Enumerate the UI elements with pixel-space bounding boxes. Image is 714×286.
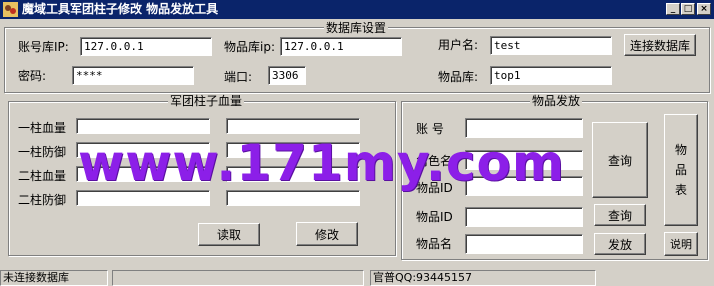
item-ip-label: 物品库ip: [224, 40, 275, 54]
item-name-label: 物品名 [416, 237, 453, 251]
pillar1-hp-input-2[interactable] [226, 118, 360, 134]
port-input[interactable] [268, 66, 306, 85]
item-name-input[interactable] [465, 234, 583, 254]
account-ip-label: 账号库IP: [18, 40, 69, 54]
item-db-label: 物品库: [438, 70, 479, 84]
item-ip-input[interactable] [280, 37, 402, 56]
account-ip-input[interactable] [80, 37, 212, 56]
item-id-label: 物品ID [416, 210, 453, 224]
status-contact: 官普QQ:93445157 [370, 270, 596, 286]
item-distribution-title: 物品发放 [530, 94, 583, 108]
minimize-button[interactable]: _ [666, 3, 680, 15]
read-button[interactable]: 读取 [198, 223, 260, 246]
pillar2-def-input-1[interactable] [76, 190, 210, 206]
password-input[interactable] [72, 66, 194, 85]
help-button[interactable]: 说明 [664, 232, 698, 256]
close-button[interactable]: × [697, 3, 711, 15]
window-title: 魔域工具军团柱子修改 物品发放工具 [22, 2, 219, 16]
row-label: 一柱防御 [18, 145, 67, 159]
db-settings-title: 数据库设置 [324, 21, 389, 35]
item-id-input[interactable] [465, 207, 583, 227]
status-connection: 未连接数据库 [0, 270, 108, 286]
row-label: 二柱防御 [18, 193, 67, 207]
legion-pillar-title: 军团柱子血量 [168, 94, 245, 108]
row-label: 一柱血量 [18, 121, 67, 135]
app-icon [3, 2, 18, 17]
website-watermark: www.171my.com [78, 134, 565, 192]
item-db-input[interactable] [490, 66, 612, 85]
username-input[interactable] [490, 36, 612, 55]
username-label: 用户名: [438, 38, 479, 52]
status-middle [112, 270, 364, 286]
connect-db-button[interactable]: 连接数据库 [624, 34, 696, 56]
port-label: 端口: [224, 70, 253, 84]
title-bar[interactable]: 魔域工具军团柱子修改 物品发放工具 _ □ × [0, 0, 714, 19]
pillar1-hp-input-1[interactable] [76, 118, 210, 134]
query-item-button[interactable]: 查询 [594, 204, 646, 226]
row-label: 二柱血量 [18, 169, 67, 183]
give-item-button[interactable]: 发放 [594, 233, 646, 255]
item-table-button[interactable]: 物品表 [664, 114, 698, 226]
maximize-button[interactable]: □ [681, 3, 695, 15]
password-label: 密码: [18, 69, 47, 83]
modify-button[interactable]: 修改 [296, 222, 358, 246]
pillar2-def-input-2[interactable] [226, 190, 360, 206]
query-button[interactable]: 查询 [592, 122, 648, 198]
